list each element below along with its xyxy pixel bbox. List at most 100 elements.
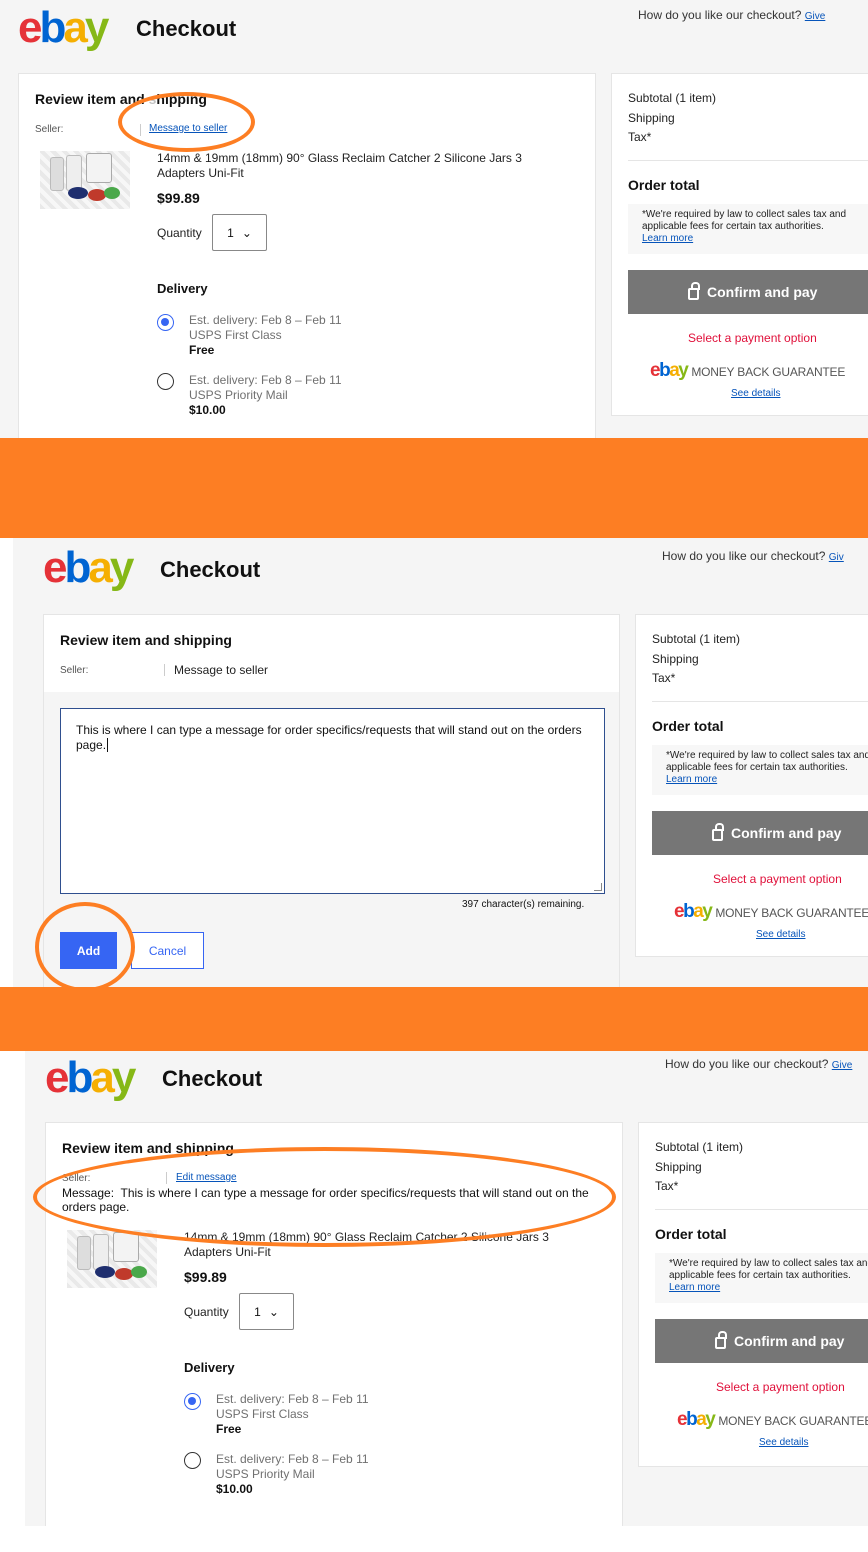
radio-selected-icon[interactable]	[184, 1393, 201, 1410]
item-price: $99.89	[157, 190, 200, 206]
annotation-highlight	[35, 902, 135, 987]
feedback-prompt: How do you like our checkout? Give	[638, 8, 826, 22]
learn-more-link[interactable]: Learn more	[669, 1282, 868, 1294]
tax-note: *We're required by law to collect sales …	[628, 204, 868, 254]
lock-icon	[712, 823, 724, 841]
delivery-heading: Delivery	[157, 281, 208, 296]
checkout-step-1: ebay Checkout How do you like our checko…	[0, 0, 868, 438]
item-card: Review item and shipping Seller: Message…	[18, 73, 596, 438]
quantity-select[interactable]: 1 ⌄	[212, 214, 267, 251]
chevron-down-icon: ⌄	[241, 225, 252, 240]
see-details-link[interactable]: See details	[759, 1437, 808, 1448]
seller-label: Seller:	[35, 124, 64, 135]
radio-selected-icon[interactable]	[157, 314, 174, 331]
separator-band	[0, 987, 868, 1051]
page-title: Checkout	[162, 1066, 263, 1091]
radio-empty-icon[interactable]	[184, 1452, 201, 1469]
item-thumbnail[interactable]	[67, 1230, 157, 1288]
see-details-link[interactable]: See details	[756, 929, 805, 940]
delivery-option-service: USPS First Class	[189, 328, 282, 342]
item-title[interactable]: 14mm & 19mm (18mm) 90° Glass Reclaim Cat…	[157, 151, 567, 181]
delivery-option-cost: $10.00	[216, 1482, 253, 1496]
characters-remaining: 397 character(s) remaining.	[462, 899, 585, 910]
quantity-select[interactable]: 1 ⌄	[239, 1293, 294, 1330]
page-title: Checkout	[136, 16, 237, 41]
tax-label: Tax*	[655, 1179, 679, 1193]
feedback-link[interactable]: Give	[832, 1060, 853, 1071]
payment-warning: Select a payment option	[713, 872, 842, 886]
shipping-label: Shipping	[655, 1160, 702, 1174]
subtotal-label: Subtotal (1 item)	[628, 91, 717, 105]
checkout-step-2: ebay Checkout How do you like our checko…	[13, 538, 868, 987]
ebay-logo[interactable]: ebay	[43, 546, 134, 590]
message-textarea[interactable]: This is where I can type a message for o…	[60, 708, 605, 894]
ebay-logo: ebay	[650, 360, 689, 381]
payment-warning: Select a payment option	[716, 1380, 845, 1394]
delivery-option-est: Est. delivery: Feb 8 – Feb 11	[216, 1452, 369, 1466]
cancel-message-button[interactable]: Cancel	[131, 932, 204, 969]
money-back-guarantee: ebay MONEY BACK GUARANTEE	[650, 360, 846, 381]
separator-band	[0, 438, 868, 538]
tax-note: *We're required by law to collect sales …	[652, 745, 868, 795]
feedback-link[interactable]: Giv	[829, 552, 844, 563]
tax-note: *We're required by law to collect sales …	[655, 1253, 868, 1303]
divider	[655, 1209, 868, 1210]
order-total-label: Order total	[655, 1226, 727, 1242]
message-to-seller-label: Message to seller	[174, 663, 269, 677]
payment-warning: Select a payment option	[688, 331, 817, 345]
order-total-label: Order total	[652, 718, 724, 734]
confirm-and-pay-button[interactable]: Confirm and pay	[628, 270, 868, 314]
confirm-and-pay-button[interactable]: Confirm and pay	[655, 1319, 868, 1363]
learn-more-link[interactable]: Learn more	[666, 774, 868, 786]
shipping-label: Shipping	[652, 652, 699, 666]
delivery-option-service: USPS First Class	[216, 1407, 309, 1421]
subtotal-label: Subtotal (1 item)	[652, 632, 741, 646]
textarea-resize-grip-icon[interactable]	[594, 883, 602, 891]
delivery-option-cost: Free	[216, 1422, 242, 1436]
radio-empty-icon[interactable]	[157, 373, 174, 390]
ebay-logo[interactable]: ebay	[45, 1056, 136, 1100]
divider	[628, 160, 868, 161]
checkout-step-3: ebay Checkout How do you like our checko…	[25, 1051, 868, 1526]
page-title: Checkout	[160, 557, 261, 582]
learn-more-link[interactable]: Learn more	[642, 233, 868, 245]
tax-label: Tax*	[628, 130, 652, 144]
see-details-link[interactable]: See details	[731, 388, 780, 399]
annotation-highlight	[118, 92, 255, 152]
item-thumbnail[interactable]	[40, 151, 130, 209]
annotation-highlight	[33, 1147, 616, 1247]
money-back-guarantee: ebay MONEY BACK GUARANTEE	[677, 1409, 868, 1430]
seller-label: Seller:	[60, 665, 89, 676]
chevron-down-icon: ⌄	[268, 1304, 279, 1319]
subtotal-label: Subtotal (1 item)	[655, 1140, 744, 1154]
shipping-label: Shipping	[628, 111, 675, 125]
tax-label: Tax*	[652, 671, 676, 685]
delivery-option-cost: Free	[189, 343, 215, 357]
ebay-logo[interactable]: ebay	[18, 6, 109, 50]
lock-icon	[715, 1331, 727, 1349]
delivery-option-est: Est. delivery: Feb 8 – Feb 11	[189, 373, 342, 387]
feedback-prompt: How do you like our checkout? Giv	[662, 549, 844, 563]
feedback-prompt: How do you like our checkout? Give	[665, 1057, 853, 1071]
item-card-title: Review item and shipping	[60, 632, 232, 648]
order-total-label: Order total	[628, 177, 700, 193]
ebay-logo: ebay	[677, 1409, 716, 1430]
delivery-option-est: Est. delivery: Feb 8 – Feb 11	[216, 1392, 369, 1406]
feedback-link[interactable]: Give	[805, 11, 826, 22]
delivery-option-service: USPS Priority Mail	[216, 1467, 315, 1481]
divider	[164, 664, 165, 676]
quantity-label: Quantity	[184, 1305, 229, 1319]
item-price: $99.89	[184, 1269, 227, 1285]
delivery-option-service: USPS Priority Mail	[189, 388, 288, 402]
confirm-and-pay-button[interactable]: Confirm and pay	[652, 811, 868, 855]
lock-icon	[688, 282, 700, 300]
money-back-guarantee: ebay MONEY BACK GUARANTEE	[674, 901, 868, 922]
delivery-option-est: Est. delivery: Feb 8 – Feb 11	[189, 313, 342, 327]
quantity-label: Quantity	[157, 226, 202, 240]
order-summary-card: Subtotal (1 item) Shipping Tax* Order to…	[611, 73, 868, 416]
ebay-logo: ebay	[674, 901, 713, 922]
divider	[652, 701, 868, 702]
delivery-heading: Delivery	[184, 1360, 235, 1375]
order-summary-card: Subtotal (1 item) Shipping Tax* Order to…	[635, 614, 868, 957]
delivery-option-cost: $10.00	[189, 403, 226, 417]
